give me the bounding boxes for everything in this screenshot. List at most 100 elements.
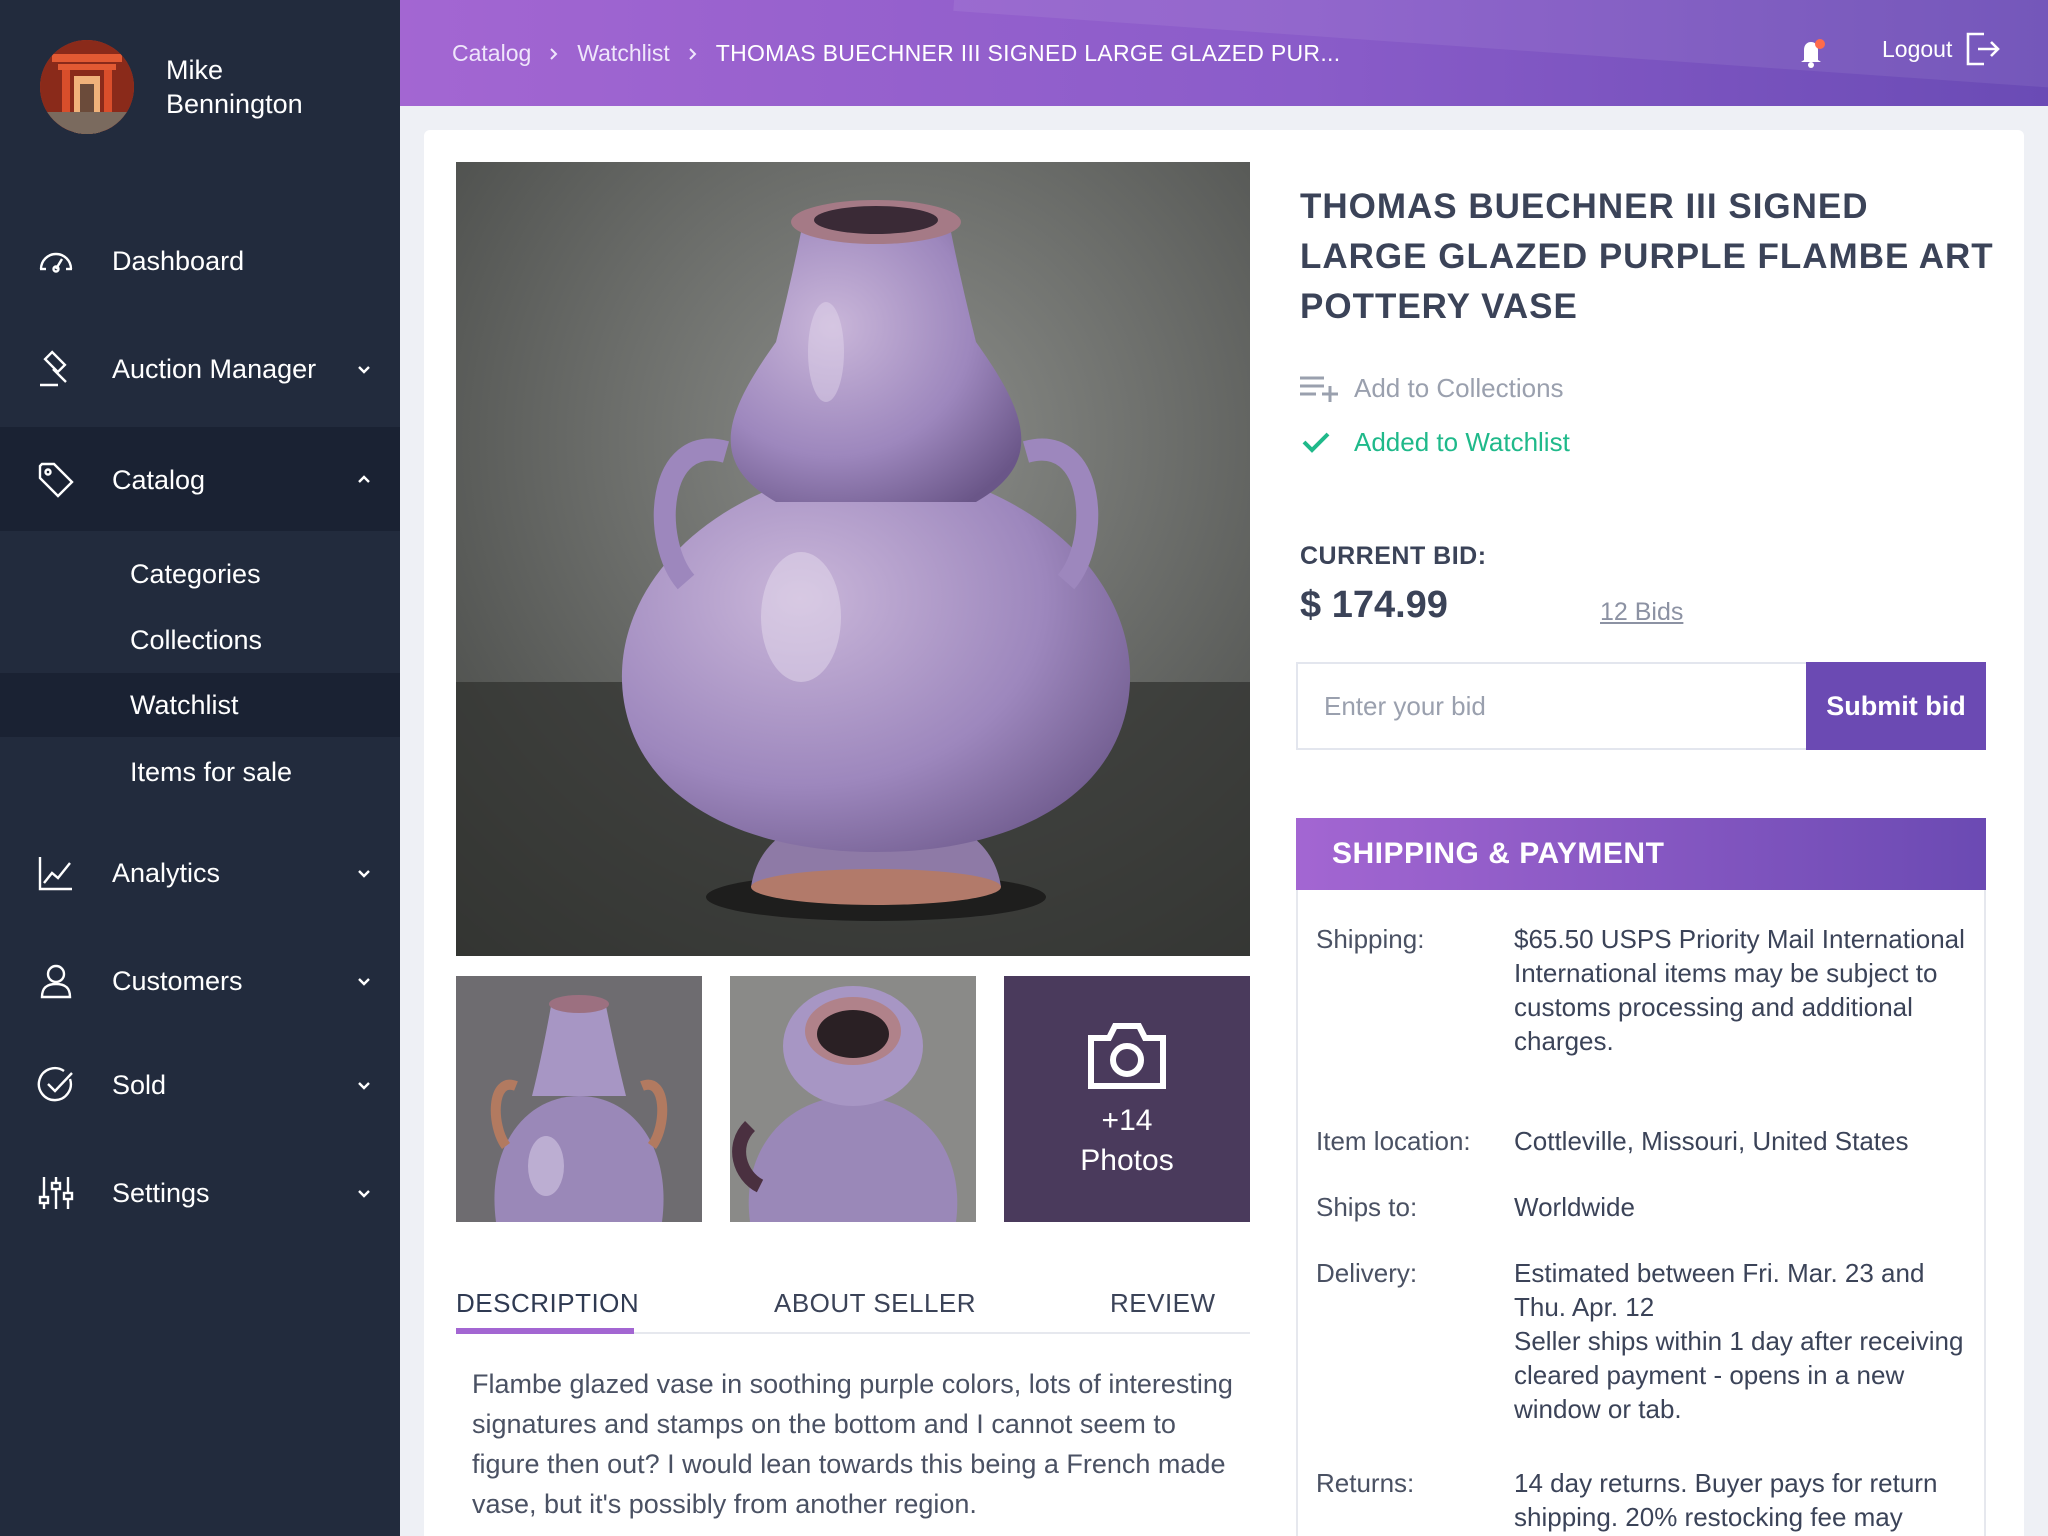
check-icon — [1302, 432, 1330, 453]
nav-customers[interactable]: Customers — [0, 928, 400, 1034]
top-header: Catalog Watchlist THOMAS BUECHNER III SI… — [400, 0, 2048, 106]
breadcrumb-watchlist[interactable]: Watchlist — [577, 40, 669, 67]
current-bid-value: $ 174.99 — [1300, 584, 1448, 626]
subnav-categories[interactable]: Categories — [0, 542, 400, 606]
more-photos-thumbnail[interactable]: +14 Photos — [1004, 976, 1250, 1222]
subnav-watchlist-label: Watchlist — [130, 689, 239, 720]
added-to-watchlist-label: Added to Watchlist — [1354, 426, 1570, 457]
user-last-name: Bennington — [166, 89, 303, 119]
shipping-line: Seller ships within 1 day after receivin… — [1514, 1326, 1964, 1424]
tab-description[interactable]: DESCRIPTION — [456, 1288, 639, 1319]
add-to-collections-button[interactable]: Add to Collections — [1298, 372, 1564, 404]
nav-auction-manager-label: Auction Manager — [112, 353, 317, 384]
nav-customers-label: Customers — [112, 965, 243, 996]
bid-input[interactable] — [1296, 662, 1808, 750]
shipping-row: Returns: 14 day returns. Buyer pays for … — [1316, 1466, 1966, 1534]
nav-analytics[interactable]: Analytics — [0, 820, 400, 926]
user-name: Mike Bennington — [166, 53, 303, 121]
nav-dashboard[interactable]: Dashboard — [0, 208, 400, 314]
logout-label: Logout — [1882, 35, 1953, 62]
tab-about-seller-label: ABOUT SELLER — [774, 1288, 977, 1318]
bid-count-link[interactable]: 12 Bids — [1600, 598, 1683, 627]
shipping-row: Delivery: Estimated between Fri. Mar. 23… — [1316, 1256, 1966, 1426]
user-profile[interactable]: Mike Bennington — [40, 40, 303, 134]
nav-catalog[interactable]: Catalog — [0, 427, 400, 533]
sidebar: Mike Bennington Dashboard Auction Manage… — [0, 0, 400, 1536]
nav-settings[interactable]: Settings — [0, 1140, 400, 1246]
shipping-value: 14 day returns. Buyer pays for return sh… — [1514, 1466, 1966, 1534]
shipping-key: Returns: — [1316, 1468, 1415, 1498]
playlist-add-icon — [1300, 376, 1338, 402]
subnav-collections[interactable]: Collections — [0, 608, 400, 672]
shipping-line: Cottleville, Missouri, United States — [1514, 1126, 1909, 1156]
logout-icon — [1967, 32, 2001, 66]
shipping-value: Worldwide — [1514, 1190, 1966, 1224]
chevron-down-icon — [358, 870, 370, 878]
nav-auction-manager[interactable]: Auction Manager — [0, 316, 400, 422]
chevron-down-icon — [358, 1082, 370, 1090]
breadcrumb-catalog[interactable]: Catalog — [452, 40, 531, 67]
shipping-line: Worldwide — [1514, 1192, 1635, 1222]
active-tab-indicator — [456, 1328, 634, 1334]
shipping-value: Estimated between Fri. Mar. 23 and Thu. … — [1514, 1256, 1966, 1426]
submit-bid-button[interactable]: Submit bid — [1806, 662, 1986, 750]
tab-review[interactable]: REVIEW — [1110, 1288, 1216, 1319]
nav-dashboard-label: Dashboard — [112, 245, 245, 276]
product-tabs: DESCRIPTION ABOUT SELLER REVIEW — [456, 1270, 1250, 1334]
nav-sold-label: Sold — [112, 1069, 167, 1100]
add-to-collections-label: Add to Collections — [1354, 372, 1564, 403]
current-bid-label: CURRENT BID: — [1300, 542, 1487, 570]
camera-icon — [1088, 1023, 1166, 1089]
chevron-down-icon — [358, 978, 370, 986]
avatar[interactable] — [40, 40, 134, 134]
subnav-items-for-sale-label: Items for sale — [130, 756, 293, 787]
added-to-watchlist-button[interactable]: Added to Watchlist — [1298, 426, 1570, 458]
tab-review-label: REVIEW — [1110, 1288, 1216, 1318]
tag-icon — [36, 460, 76, 500]
main-product-photo[interactable] — [456, 162, 1250, 956]
shipping-row: Item location: Cottleville, Missouri, Un… — [1316, 1124, 1966, 1158]
nav-sold[interactable]: Sold — [0, 1032, 400, 1138]
shipping-key: Delivery: — [1316, 1258, 1418, 1288]
more-photos-count: +14 — [1101, 1104, 1153, 1137]
chevron-down-icon — [358, 1190, 370, 1198]
subnav-categories-label: Categories — [130, 558, 261, 589]
chevron-down-icon — [358, 366, 370, 374]
shipping-row: Ships to: Worldwide — [1316, 1190, 1966, 1224]
dashboard-icon — [36, 241, 76, 281]
nav-catalog-label: Catalog — [112, 464, 206, 495]
logout-button[interactable]: Logout — [1882, 30, 2002, 68]
shipping-key: Shipping: — [1316, 924, 1425, 954]
shipping-heading: SHIPPING & PAYMENT — [1296, 818, 1986, 890]
product-title: THOMAS BUECHNER III SIGNED LARGE GLAZED … — [1300, 187, 1994, 326]
product-description: Flambe glazed vase in soothing purple co… — [472, 1369, 1233, 1519]
subnav-watchlist[interactable]: Watchlist — [0, 673, 400, 737]
notification-bell-icon[interactable] — [1794, 34, 1830, 70]
chevron-right-icon — [689, 47, 697, 60]
shipping-line: $65.50 USPS Priority Mail International — [1514, 924, 1965, 954]
more-photos-label: Photos — [1080, 1144, 1174, 1177]
nav-settings-label: Settings — [112, 1177, 210, 1208]
user-icon — [36, 961, 76, 1001]
check-circle-icon — [36, 1065, 76, 1105]
subnav-items-for-sale[interactable]: Items for sale — [0, 740, 400, 804]
tab-description-label: DESCRIPTION — [456, 1288, 640, 1318]
shipping-row: Shipping: $65.50 USPS Priority Mail Inte… — [1316, 922, 1966, 1058]
chevron-up-icon — [358, 475, 370, 483]
thumbnail-2[interactable] — [730, 976, 976, 1222]
user-first-name: Mike — [166, 55, 224, 85]
sliders-icon — [36, 1173, 76, 1213]
tab-about-seller[interactable]: ABOUT SELLER — [774, 1288, 976, 1319]
gavel-icon — [36, 349, 76, 389]
nav-analytics-label: Analytics — [112, 857, 221, 888]
shipping-value: $65.50 USPS Priority Mail International … — [1514, 922, 1966, 1058]
subnav-collections-label: Collections — [130, 624, 263, 655]
shipping-line: International items may be subject to cu… — [1514, 958, 1938, 1056]
chevron-right-icon — [550, 47, 558, 60]
shipping-value: Cottleville, Missouri, United States — [1514, 1124, 1966, 1158]
thumbnail-1[interactable] — [456, 976, 702, 1222]
shipping-key: Item location: — [1316, 1126, 1471, 1156]
shipping-key: Ships to: — [1316, 1192, 1418, 1222]
shipping-line: 14 day returns. Buyer pays for return sh… — [1514, 1468, 1938, 1532]
shipping-line: Estimated between Fri. Mar. 23 and Thu. … — [1514, 1258, 1925, 1322]
